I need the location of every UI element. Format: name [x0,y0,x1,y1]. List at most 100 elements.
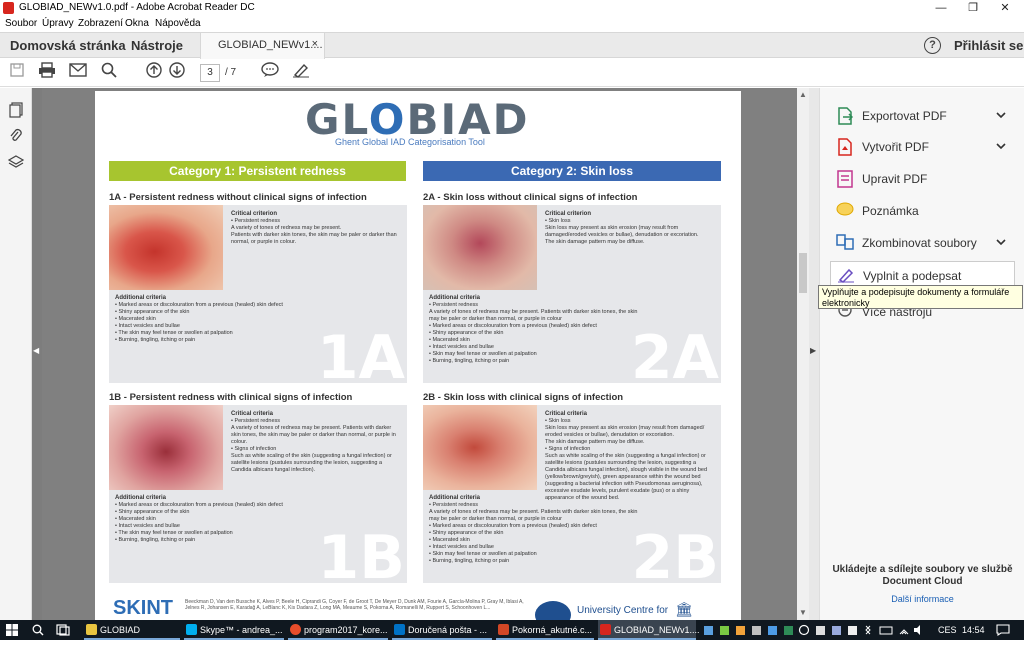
chevron-down-icon[interactable] [996,108,1006,122]
taskbar-app-powerpoint[interactable]: Pokorná_akutné.c... [496,620,594,640]
category-1-banner: Category 1: Persistent redness [109,161,406,181]
critical-1b: Critical criteria • Persistent redness A … [231,411,396,473]
help-icon[interactable]: ? [924,37,941,54]
document-viewport[interactable]: GLOBIAD Ghent Global IAD Categorisation … [42,88,797,620]
photo-2a [423,205,537,290]
tool-create-pdf[interactable]: Vytvořit PDF [820,133,1024,161]
edit-pdf-icon [836,170,854,188]
tools-panel: Exportovat PDF Vytvořit PDF Upravit PDF … [819,88,1024,620]
outlook-icon [394,624,405,635]
search-icon[interactable] [98,62,120,84]
chrome-icon [290,624,301,635]
category-2-banner: Category 2: Skin loss [423,161,721,181]
card-id-1a: 1A [316,323,405,383]
page-total: / 7 [225,67,237,78]
taskbar-app-outlook[interactable]: Doručená pošta - ... [392,620,492,640]
scroll-down-icon[interactable]: ▼ [799,608,807,617]
card-1b: Critical criteria • Persistent redness A … [109,405,407,583]
taskbar-app-acrobat[interactable]: GLOBIAD_NEWv1.... [598,620,700,640]
additional-2b: Additional criteria • Persistent redness … [429,495,638,564]
skype-icon [186,624,197,635]
chevron-down-icon[interactable] [996,235,1006,249]
menu-okna[interactable]: Okna [125,18,149,29]
system-tray-icons[interactable] [700,620,928,647]
window-title: GLOBIAD_NEWv1.0.pdf - Adobe Acrobat Read… [19,2,255,13]
tool-combine-files[interactable]: Zkombinovat soubory [820,229,1024,257]
pdf-page: GLOBIAD Ghent Global IAD Categorisation … [95,91,741,620]
taskbar-app-globiad-folder[interactable]: GLOBIAD [84,620,180,640]
print-icon[interactable] [36,62,58,84]
taskbar-app-chrome[interactable]: program2017_kore... [288,620,388,640]
card-2a: Critical criterion • Skin loss Skin loss … [423,205,721,383]
university-logo [535,601,571,620]
clock[interactable]: 14:54 [962,620,985,640]
tab-tools[interactable]: Nástroje [131,38,183,53]
menu-napoveda[interactable]: Nápověda [155,18,201,29]
tab-document[interactable]: GLOBIAD_NEWv1.... × [200,33,325,59]
card-id-2a: 2A [630,323,719,383]
save-icon[interactable] [6,62,28,84]
tool-label: Vytvořit PDF [862,140,929,154]
layers-icon[interactable] [7,154,25,170]
tool-label: Zkombinovat soubory [862,236,977,250]
tool-export-pdf[interactable]: Exportovat PDF [820,102,1024,130]
tab-home[interactable]: Domovská stránka [10,38,126,53]
tool-label: Exportovat PDF [862,109,947,123]
task-view-icon[interactable] [56,620,72,640]
combine-icon [836,234,854,252]
folder-icon [86,624,97,635]
heading-2a: 2A - Skin loss without clinical signs of… [423,192,638,203]
tab-bar: Domovská stránka Nástroje GLOBIAD_NEWv1.… [0,32,1024,59]
critical-1a: Critical criterion • Persistent redness A… [231,211,397,245]
next-page-icon[interactable] [166,62,188,84]
left-navigation-rail [0,88,32,620]
critical-2a: Critical criterion • Skin loss Skin loss … [545,211,699,245]
photo-1a [109,205,223,290]
create-pdf-icon [836,138,854,156]
additional-1b: Additional criteria • Marked areas or dis… [115,495,283,543]
footer-citation: Beeckman D, Van den Bussche K, Alves P, … [185,599,524,611]
page-thumbnails-icon[interactable] [8,102,24,118]
previous-page-icon[interactable] [143,62,165,84]
close-tab-icon[interactable]: × [312,38,318,50]
sign-in-link[interactable]: Přihlásit se [954,38,1023,53]
logo-subtitle: Ghent Global IAD Categorisation Tool [335,137,485,147]
tool-edit-pdf[interactable]: Upravit PDF [820,165,1024,193]
fill-sign-tooltip: Vyplňujte a podepisujte dokumenty a form… [818,285,1023,309]
close-window-button[interactable]: ✕ [988,0,1022,16]
additional-1a: Additional criteria • Marked areas or dis… [115,295,283,343]
highlight-pen-icon[interactable] [290,62,312,84]
university-name: University Centre for [577,605,669,616]
collapse-left-panel[interactable]: ◀ [32,88,42,620]
menu-bar: Soubor Úpravy Zobrazení Okna Nápověda [0,16,1024,32]
taskbar-app-skype[interactable]: Skype™ - andrea_... [184,620,284,640]
chevron-down-icon[interactable] [996,139,1006,153]
search-icon[interactable] [32,620,48,640]
email-icon[interactable] [67,62,89,84]
export-pdf-icon [836,107,854,125]
photo-1b [109,405,223,490]
scroll-up-icon[interactable]: ▲ [799,90,807,99]
minimize-button[interactable]: — [924,0,958,16]
start-button[interactable] [6,620,26,640]
language-indicator[interactable]: CES [938,620,957,640]
scrollbar-thumb[interactable] [799,253,807,293]
menu-soubor[interactable]: Soubor [5,18,37,29]
more-info-link[interactable]: Další informace [820,594,1024,604]
menu-upravy[interactable]: Úpravy [42,18,74,29]
restore-button[interactable]: ❐ [956,0,990,16]
vertical-scrollbar[interactable]: ▲ ▼ [797,88,809,620]
tool-label: Poznámka [862,204,919,218]
card-id-2b: 2B [631,523,719,583]
photo-2b [423,405,537,490]
comment-icon[interactable] [259,62,281,84]
menu-zobrazeni[interactable]: Zobrazení [78,18,123,29]
tool-comment[interactable]: Poznámka [820,197,1024,225]
heading-1a: 1A - Persistent redness without clinical… [109,192,367,203]
tool-label: Upravit PDF [862,172,928,186]
page-number-input[interactable]: 3 [200,64,220,82]
heading-1b: 1B - Persistent redness with clinical si… [109,392,353,403]
collapse-right-panel[interactable]: ▶ [809,88,819,620]
comment-icon [836,202,854,220]
attachments-icon[interactable] [8,128,24,144]
